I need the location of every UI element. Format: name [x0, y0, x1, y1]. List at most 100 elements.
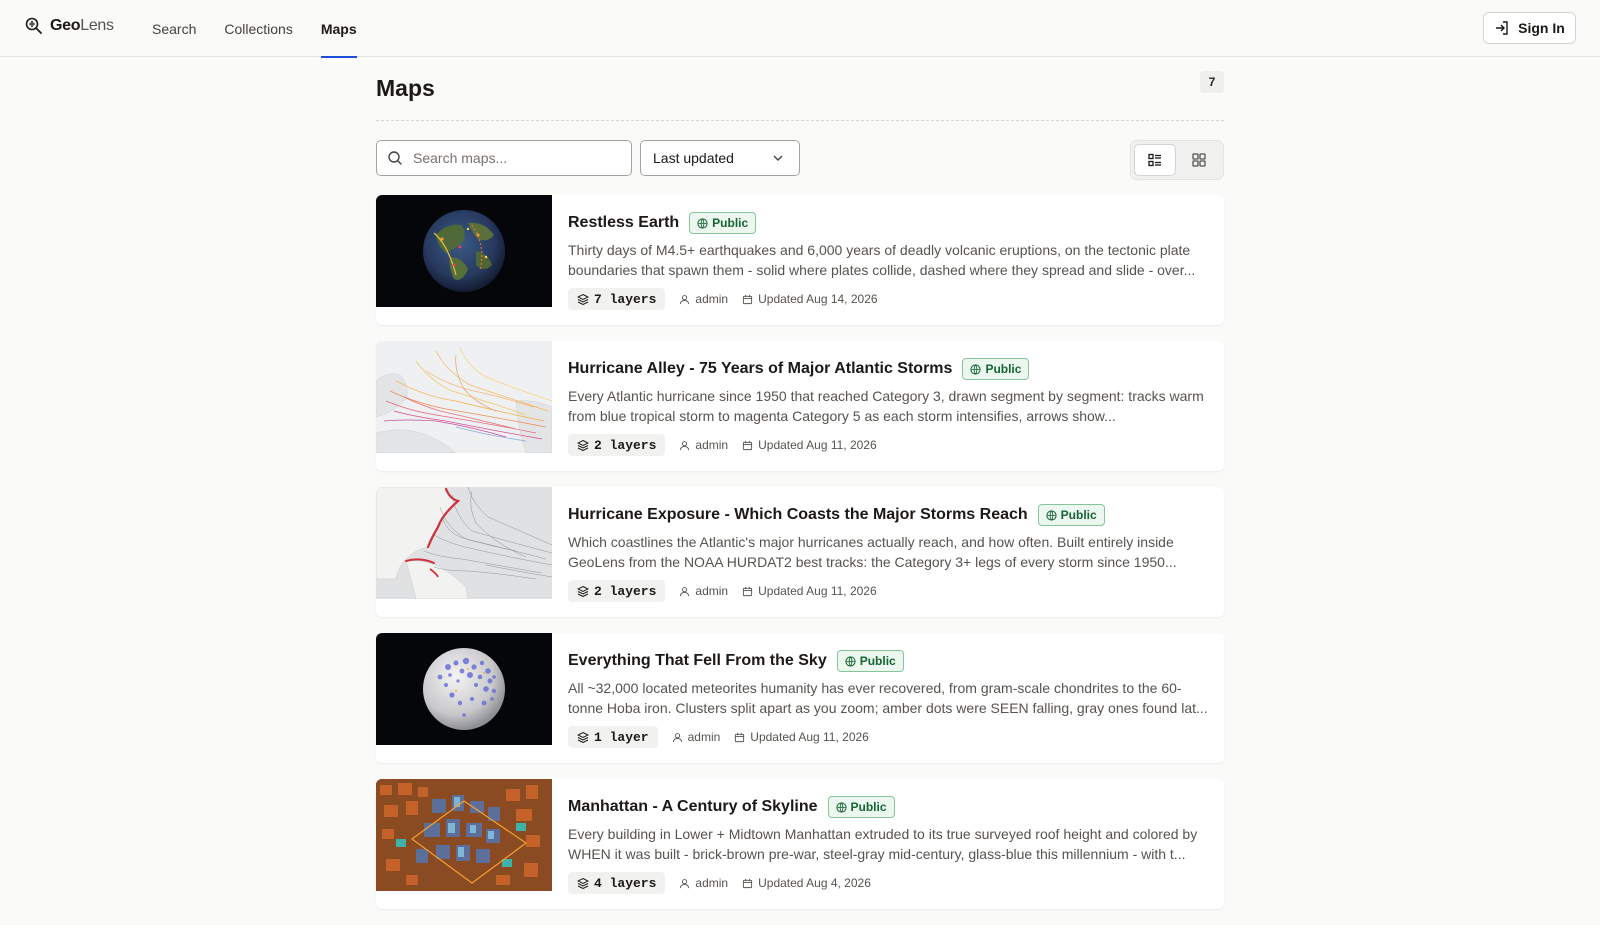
search-box[interactable]	[376, 140, 632, 176]
hurricane-tracks-thumbnail-image	[376, 341, 552, 453]
user-icon	[680, 878, 690, 888]
map-meta: 7 layers admin Updated Aug 14, 2026	[568, 288, 1208, 310]
calendar-icon	[743, 878, 753, 888]
owner: admin	[679, 438, 728, 452]
map-description: Which coastlines the Atlantic's major hu…	[568, 534, 1177, 570]
map-title[interactable]: Everything That Fell From the Sky	[568, 652, 827, 670]
owner: admin	[679, 876, 728, 890]
map-card[interactable]: Hurricane Exposure - Which Coasts the Ma…	[376, 487, 1224, 617]
map-meta: 2 layers admin Updated Aug 11, 2026	[568, 434, 1208, 456]
updated-date: Updated Aug 11, 2026	[734, 730, 869, 744]
map-description: All ~32,000 located meteorites humanity …	[568, 680, 1208, 716]
magnifier-globe-icon	[25, 17, 42, 34]
meteorite-globe-thumbnail-image	[376, 633, 552, 745]
public-badge: Public	[836, 650, 904, 672]
map-card[interactable]: Restless Earth Public Thirty days of M4.…	[376, 195, 1224, 325]
map-thumbnail[interactable]	[376, 779, 552, 891]
layers-icon	[577, 877, 589, 889]
nav-collections[interactable]: Collections	[224, 0, 292, 57]
map-title[interactable]: Restless Earth	[568, 214, 679, 232]
globe-icon	[1046, 509, 1057, 521]
sign-in-button[interactable]: Sign In	[1483, 12, 1576, 44]
main-nav: Search Collections Maps	[152, 0, 385, 58]
sort-select-value: Last updated	[653, 150, 734, 166]
map-thumbnail[interactable]	[376, 341, 552, 453]
map-description: Every building in Lower + Midtown Manhat…	[568, 826, 1198, 862]
layers-icon	[577, 439, 589, 451]
map-title[interactable]: Hurricane Exposure - Which Coasts the Ma…	[568, 506, 1028, 524]
map-card[interactable]: Everything That Fell From the Sky Public…	[376, 633, 1224, 763]
updated-date: Updated Aug 11, 2026	[742, 584, 877, 598]
calendar-icon	[743, 440, 753, 450]
map-card-body: Manhattan - A Century of Skyline Public …	[568, 795, 1208, 894]
map-card-body: Restless Earth Public Thirty days of M4.…	[568, 211, 1208, 310]
list-view-icon	[1148, 153, 1161, 167]
owner: admin	[679, 584, 728, 598]
grid-view-icon	[1192, 153, 1206, 167]
updated-date: Updated Aug 14, 2026	[742, 292, 878, 306]
layers-icon	[577, 293, 589, 305]
user-icon	[672, 732, 682, 742]
owner: admin	[679, 292, 728, 306]
page-header: Maps 7	[376, 57, 1224, 121]
nav-search[interactable]: Search	[152, 0, 196, 57]
map-description: Thirty days of M4.5+ earthquakes and 6,0…	[568, 242, 1196, 278]
list-view-button[interactable]	[1134, 144, 1176, 176]
map-card-body: Hurricane Alley - 75 Years of Major Atla…	[568, 357, 1208, 456]
map-title[interactable]: Manhattan - A Century of Skyline	[568, 798, 818, 816]
search-icon	[388, 151, 402, 165]
globe-icon	[845, 655, 856, 667]
hurricane-exposure-thumbnail-image	[376, 487, 552, 599]
user-icon	[680, 586, 690, 596]
app-name: GeoLens	[50, 17, 114, 34]
map-description: Every Atlantic hurricane since 1950 that…	[568, 388, 1204, 424]
map-thumbnail[interactable]	[376, 195, 552, 307]
owner: admin	[672, 730, 720, 744]
map-card-body: Everything That Fell From the Sky Public…	[568, 649, 1208, 748]
app-logo[interactable]: GeoLens	[24, 16, 114, 36]
public-badge: Public	[1037, 504, 1105, 526]
user-icon	[680, 294, 690, 304]
nav-maps[interactable]: Maps	[320, 0, 357, 58]
view-toggle	[1130, 140, 1224, 180]
layers-chip: 1 layer	[568, 726, 658, 748]
globe-icon	[970, 363, 982, 375]
layers-icon	[577, 731, 589, 743]
map-title[interactable]: Hurricane Alley - 75 Years of Major Atla…	[568, 360, 952, 378]
globe-thumbnail-image	[376, 195, 552, 307]
user-icon	[680, 440, 690, 450]
calendar-icon	[735, 732, 745, 742]
sign-in-label: Sign In	[1518, 20, 1565, 36]
grid-view-button[interactable]	[1178, 144, 1220, 176]
layers-icon	[577, 585, 589, 597]
sign-in-icon	[1496, 21, 1508, 35]
map-card[interactable]: Hurricane Alley - 75 Years of Major Atla…	[376, 341, 1224, 471]
manhattan-3d-thumbnail-image	[376, 779, 552, 891]
map-meta: 4 layers admin Updated Aug 4, 2026	[568, 872, 1208, 894]
updated-date: Updated Aug 4, 2026	[742, 876, 871, 890]
layers-chip: 7 layers	[568, 288, 666, 310]
calendar-icon	[743, 586, 753, 596]
layers-chip: 4 layers	[568, 872, 666, 894]
updated-date: Updated Aug 11, 2026	[742, 438, 877, 452]
layers-chip: 2 layers	[568, 434, 666, 456]
top-bar: GeoLens Search Collections Maps Sign In	[0, 0, 1600, 58]
public-badge: Public	[827, 796, 895, 818]
map-thumbnail[interactable]	[376, 633, 552, 745]
globe-icon	[697, 217, 708, 229]
maps-list: Restless Earth Public Thirty days of M4.…	[376, 195, 1224, 925]
chevron-down-icon	[773, 155, 783, 161]
calendar-icon	[743, 294, 753, 304]
map-thumbnail[interactable]	[376, 487, 552, 599]
public-badge: Public	[962, 358, 1030, 380]
page-title: Maps	[376, 75, 435, 101]
layers-chip: 2 layers	[568, 580, 666, 602]
map-card-body: Hurricane Exposure - Which Coasts the Ma…	[568, 503, 1208, 602]
map-meta: 1 layer admin Updated Aug 11, 2026	[568, 726, 1208, 748]
map-card[interactable]: Manhattan - A Century of Skyline Public …	[376, 779, 1224, 909]
search-input[interactable]	[413, 150, 613, 166]
main-content: Maps 7 Last updated	[376, 57, 1224, 909]
map-count-badge: 7	[1200, 71, 1224, 93]
globe-icon	[835, 801, 847, 813]
sort-select[interactable]: Last updated	[640, 140, 800, 176]
